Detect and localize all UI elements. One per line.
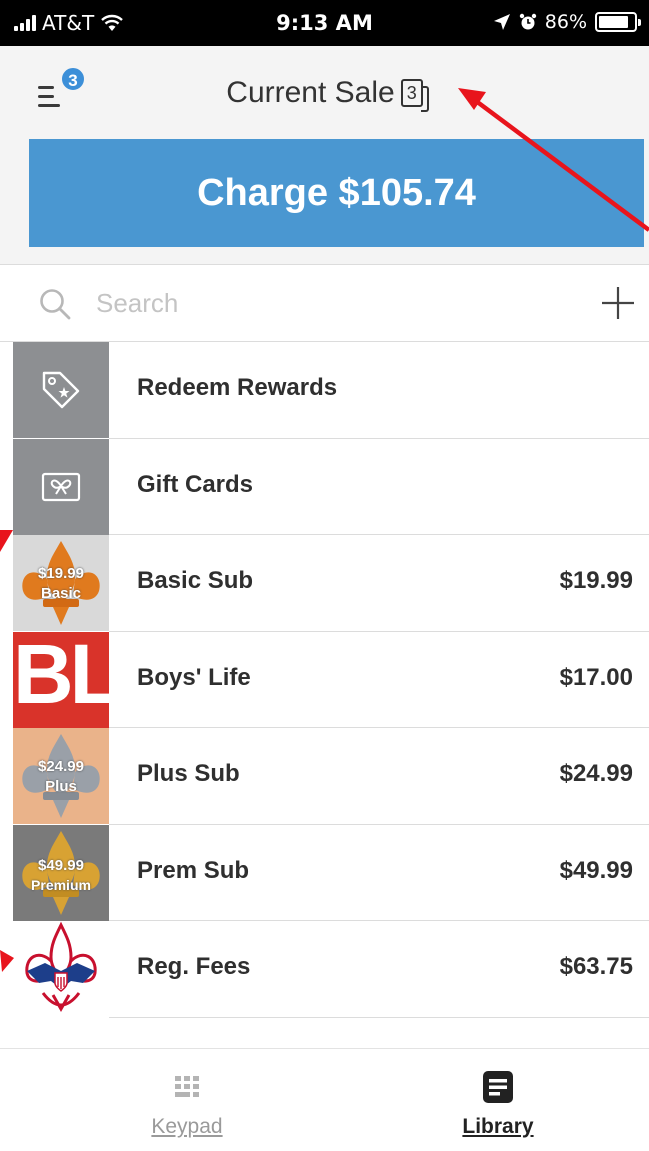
alarm-icon (519, 13, 536, 30)
battery-percent: 86% (544, 11, 587, 33)
fleur-de-lis-icon (22, 734, 100, 818)
list-item-boys-life[interactable]: BL Boys' Life $17.00 (0, 631, 649, 728)
gift-card-icon (13, 438, 109, 535)
bottom-tab-bar: Keypad Library (0, 1048, 649, 1151)
tab-keypad-label: Keypad (151, 1115, 223, 1138)
fleur-de-lis-icon (22, 541, 100, 625)
charge-area: Charge $105.74 (0, 138, 649, 265)
basic-sub-thumbnail: $19.99 Basic (13, 535, 109, 631)
thumb-tier-text: Premium (31, 876, 91, 893)
tab-library-label: Library (462, 1115, 534, 1138)
list-item-redeem-rewards[interactable]: Redeem Rewards (0, 342, 649, 439)
list-item-reg-fees[interactable]: Reg. Fees $63.75 (0, 921, 649, 1018)
library-list: Redeem Rewards Gift Cards $19.99 Basic B… (0, 342, 649, 1018)
prem-sub-thumbnail: $49.99 Premium (13, 824, 109, 921)
search-bar (0, 265, 649, 342)
item-label: Gift Cards (137, 470, 254, 498)
boys-life-logo: BL (13, 631, 109, 728)
boys-life-logo-text: BL (13, 631, 109, 721)
charge-button[interactable]: Charge $105.74 (29, 139, 644, 247)
thumb-price-text: $19.99 (38, 565, 84, 582)
item-label: Boys' Life (137, 663, 251, 691)
add-item-icon[interactable] (600, 285, 636, 321)
list-item-plus-sub[interactable]: $24.99 Plus Plus Sub $24.99 (0, 728, 649, 825)
row-divider (109, 1016, 649, 1018)
item-price: $17.00 (559, 663, 633, 691)
thumb-tier-text: Basic (40, 585, 82, 602)
item-price: $24.99 (559, 760, 633, 787)
list-item-gift-cards[interactable]: Gift Cards (0, 438, 649, 535)
item-label: Reg. Fees (137, 953, 251, 980)
library-icon (483, 1071, 513, 1103)
app-header: 3 Current Sale 3 (0, 46, 649, 138)
reward-tag-icon (13, 342, 109, 438)
battery-icon (595, 12, 641, 32)
search-icon (40, 289, 71, 320)
item-label: Basic Sub (137, 567, 254, 594)
list-item-basic-sub[interactable]: $19.99 Basic Basic Sub $19.99 (0, 535, 649, 632)
item-price: $63.75 (559, 953, 633, 980)
list-item-prem-sub[interactable]: $49.99 Premium Prem Sub $49.99 (0, 824, 649, 921)
status-bar: AT&T 9:13 AM 86% (0, 0, 649, 46)
thumb-tier-text: Plus (45, 778, 77, 795)
location-icon (493, 14, 510, 30)
item-label: Plus Sub (137, 760, 240, 787)
current-sale-button[interactable]: Current Sale 3 (0, 76, 649, 112)
sale-item-count-icon: 3 (400, 79, 429, 112)
scouting-emblem (13, 921, 109, 1017)
keypad-icon (175, 1076, 199, 1097)
thumb-price-text: $49.99 (38, 856, 84, 874)
tab-keypad[interactable]: Keypad (87, 1049, 287, 1151)
plus-sub-thumbnail: $24.99 Plus (13, 728, 109, 824)
item-price: $19.99 (559, 567, 633, 594)
scouting-eagle-icon (25, 921, 97, 1013)
search-input[interactable] (96, 283, 536, 323)
status-right: 86% (493, 11, 641, 33)
item-label: Prem Sub (137, 856, 250, 884)
item-label: Redeem Rewards (137, 374, 338, 401)
tab-library[interactable]: Library (398, 1049, 598, 1151)
thumb-price-text: $24.99 (38, 758, 84, 775)
page-title: Current Sale (226, 76, 395, 109)
item-price: $49.99 (559, 856, 633, 884)
